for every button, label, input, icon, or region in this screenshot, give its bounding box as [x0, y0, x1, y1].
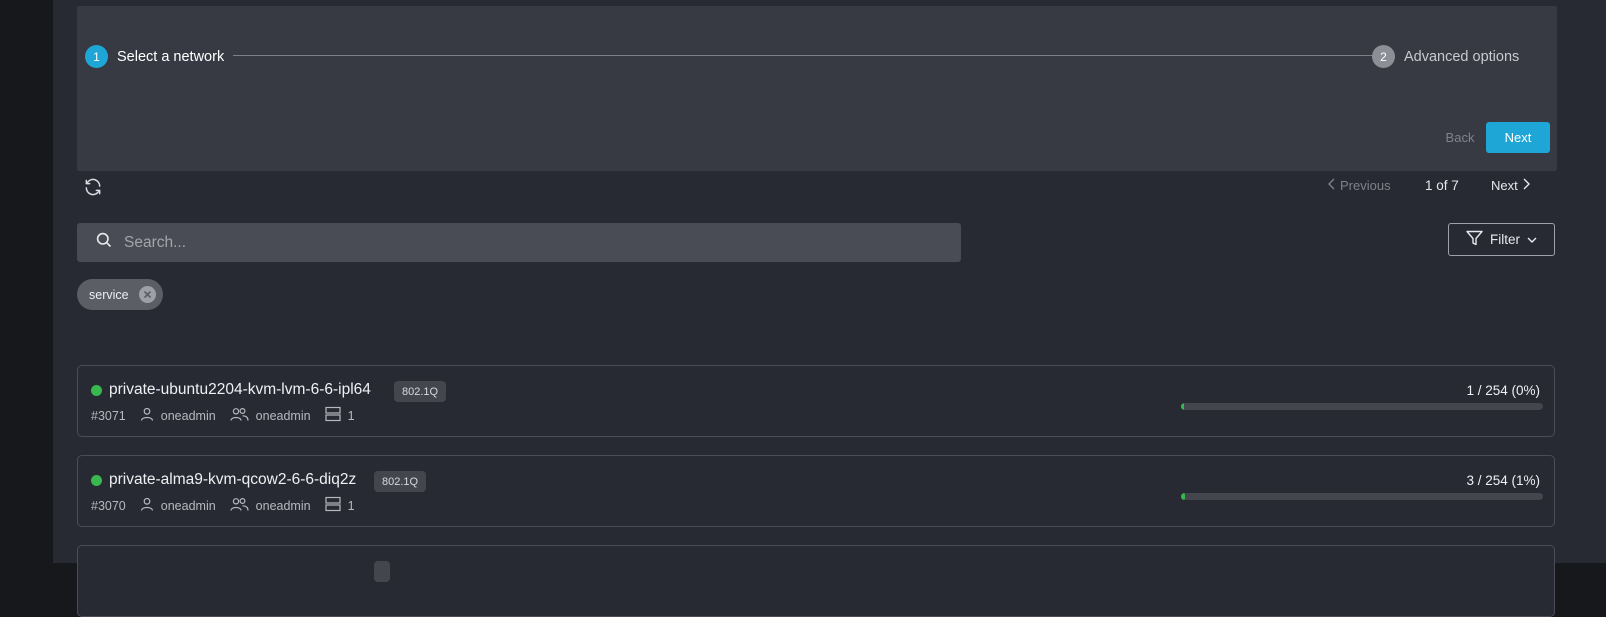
- usage-bar-fill: [1181, 493, 1186, 500]
- group-name: oneadmin: [255, 498, 311, 513]
- next-label: Next: [1491, 178, 1518, 193]
- network-id: #3070: [91, 498, 126, 513]
- previous-label: Previous: [1340, 178, 1391, 193]
- group-info: oneadmin: [230, 407, 311, 424]
- back-button[interactable]: Back: [1435, 122, 1485, 152]
- group-icon: [230, 497, 249, 514]
- network-id: #3071: [91, 408, 126, 423]
- stepper-panel: 1 Select a network 2 Advanced options Ba…: [77, 6, 1557, 171]
- cluster-count: 1: [347, 408, 355, 423]
- filter-icon: [1466, 230, 1483, 249]
- user-icon: [140, 497, 154, 514]
- server-icon: [324, 406, 341, 425]
- next-step-button[interactable]: Next: [1486, 122, 1550, 153]
- owner-name: oneadmin: [160, 498, 216, 513]
- main-content: 1 Select a network 2 Advanced options Ba…: [53, 0, 1606, 617]
- search-input[interactable]: [122, 232, 906, 253]
- filter-label: Filter: [1490, 232, 1520, 247]
- step-connector: [233, 55, 1395, 56]
- network-name: private-ubuntu2204-kvm-lvm-6-6-ipl64: [109, 381, 371, 398]
- previous-page-button[interactable]: Previous: [1327, 178, 1391, 193]
- usage-bar: [1181, 493, 1543, 500]
- chevron-right-icon: [1521, 178, 1531, 193]
- network-card[interactable]: private-ubuntu2204-kvm-lvm-6-6-ipl64 802…: [77, 365, 1555, 437]
- step-label: Advanced options: [1404, 48, 1520, 65]
- user-icon: [140, 407, 154, 424]
- filter-chip-service: service: [77, 279, 163, 310]
- network-meta: #3070 oneadmin oneadmin 1: [91, 496, 369, 515]
- owner-info: oneadmin: [140, 407, 216, 424]
- vlan-tag-badge: [374, 561, 390, 582]
- close-icon[interactable]: [139, 286, 156, 303]
- chevron-left-icon: [1327, 178, 1337, 193]
- cluster-info: 1: [324, 406, 355, 425]
- refresh-icon[interactable]: [81, 175, 105, 199]
- usage-bar: [1181, 403, 1543, 410]
- owner-info: oneadmin: [140, 497, 216, 514]
- usage-bar-fill: [1181, 403, 1184, 410]
- network-meta: #3071 oneadmin oneadmin 1: [91, 406, 369, 425]
- vlan-tag-badge: 802.1Q: [374, 471, 427, 492]
- step-label: Select a network: [117, 48, 225, 65]
- network-card[interactable]: [77, 545, 1555, 617]
- search-bar[interactable]: [77, 223, 961, 262]
- chevron-down-icon: [1527, 232, 1537, 247]
- step-select-network[interactable]: 1 Select a network: [85, 45, 224, 68]
- lease-usage: 3 / 254 (1%): [1466, 473, 1540, 488]
- group-icon: [230, 407, 249, 424]
- group-name: oneadmin: [255, 408, 311, 423]
- step-number-badge: 2: [1372, 45, 1395, 68]
- group-info: oneadmin: [230, 497, 311, 514]
- filter-button[interactable]: Filter: [1448, 223, 1555, 256]
- cluster-info: 1: [324, 496, 355, 515]
- step-number-badge: 1: [85, 45, 108, 68]
- status-indicator: [91, 385, 102, 396]
- network-card[interactable]: private-alma9-kvm-qcow2-6-6-diq2z 802.1Q…: [77, 455, 1555, 527]
- cluster-count: 1: [347, 498, 355, 513]
- status-indicator: [91, 475, 102, 486]
- step-advanced-options[interactable]: 2 Advanced options: [1372, 45, 1519, 68]
- next-page-button[interactable]: Next: [1491, 178, 1531, 193]
- vlan-tag-badge: 802.1Q: [394, 381, 447, 402]
- lease-usage: 1 / 254 (0%): [1466, 383, 1540, 398]
- chip-label: service: [89, 287, 129, 302]
- network-name: private-alma9-kvm-qcow2-6-6-diq2z: [109, 471, 357, 488]
- page-indicator: 1 of 7: [1425, 178, 1459, 193]
- search-icon: [77, 232, 112, 253]
- owner-name: oneadmin: [160, 408, 216, 423]
- server-icon: [324, 496, 341, 515]
